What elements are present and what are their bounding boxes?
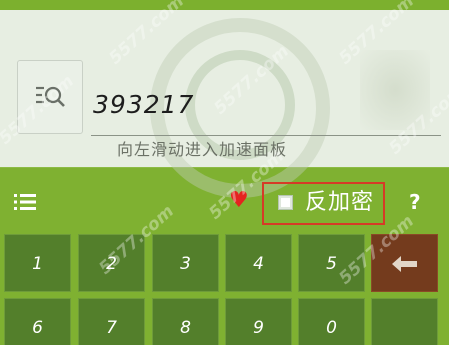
blank-key[interactable] [371,298,438,345]
input-underline [91,135,441,136]
top-strip [0,0,449,10]
key-0[interactable]: 0 [298,298,365,345]
code-input[interactable]: 393217 [93,90,194,120]
reverse-encrypt-label: 反加密 [305,190,375,215]
key-7[interactable]: 7 [78,298,145,345]
key-1[interactable]: 1 [4,234,71,292]
arrow-left-icon [392,256,417,272]
app-screen: 393217 向左滑动进入加速面板 ♥ 反加密 ? 1 2 3 4 5 6 7 … [0,0,449,345]
reverse-encrypt-checkbox[interactable] [278,195,293,210]
key-6[interactable]: 6 [4,298,71,345]
key-3[interactable]: 3 [152,234,219,292]
reverse-encrypt-toggle[interactable]: 反加密 [262,182,385,225]
question-icon[interactable]: ? [409,191,421,213]
key-8[interactable]: 8 [152,298,219,345]
key-9[interactable]: 9 [225,298,292,345]
menu-list-icon[interactable] [14,193,36,211]
key-4[interactable]: 4 [225,234,292,292]
